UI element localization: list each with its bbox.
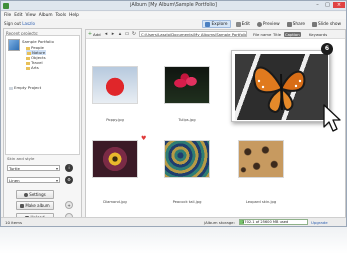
explore-label: Explore [211, 21, 228, 27]
play-icon [312, 21, 318, 27]
project-icon [9, 86, 13, 90]
thumbnail-caption: Peacock tail.jpg [172, 200, 202, 204]
path-field[interactable]: C:\Users\Laszlo\Documents\My Albums\Samp… [139, 31, 247, 37]
project-tree[interactable]: Sample Portfolio People Nature Objects T… [5, 35, 80, 155]
address-row: + Add ◂ ▸ ▴ ▭ ↻ C:\Users\Laszlo\Document… [86, 30, 345, 39]
maximize-button[interactable]: □ [323, 2, 332, 8]
style-select[interactable]: Linen [7, 177, 60, 183]
forward-icon[interactable]: ▸ [110, 31, 116, 37]
project-thumbnail [8, 39, 20, 51]
sort-title[interactable]: Title [273, 32, 281, 37]
butterfly-graphic [253, 66, 306, 114]
sign-out-label: Sign out [4, 21, 23, 26]
title-bar: jAlbum [My Album\Sample Portfolio] – □ × [1, 1, 346, 11]
window-controls: – □ × [313, 2, 345, 8]
thumbnail-poppy[interactable] [92, 66, 138, 104]
settings-button[interactable]: Settings [16, 190, 54, 199]
window-reflection [0, 227, 347, 254]
sort-file-name[interactable]: File name [253, 32, 271, 37]
butterfly-image [235, 54, 328, 120]
sort-caption[interactable]: Caption [284, 32, 301, 37]
thumbnail-leopard-skin[interactable] [238, 140, 284, 178]
window-title: jAlbum [My Album\Sample Portfolio] [130, 3, 217, 8]
refresh-icon[interactable]: ↻ [131, 31, 137, 37]
skin-select[interactable]: Turtle [7, 165, 60, 171]
storage-text: 1702.1 of 25600 MB used [242, 220, 289, 224]
explore-button[interactable]: Explore [202, 20, 231, 28]
zoom-in-icon[interactable]: + [65, 201, 73, 209]
photo-preview-popup [231, 50, 330, 122]
item-count: 10 items [5, 220, 23, 225]
style-gear-icon[interactable]: ⚙ [65, 176, 73, 184]
storage-meter: 1702.1 of 25600 MB used [239, 219, 308, 225]
make-album-label: Make album [25, 203, 50, 208]
menu-tools[interactable]: Tools [56, 13, 67, 18]
edit-button[interactable]: Edit [234, 20, 252, 28]
project-empty[interactable]: Empty Project [9, 85, 41, 90]
skin-info-icon[interactable]: i [65, 164, 73, 172]
preview-button[interactable]: Preview [255, 20, 282, 28]
slideshow-button[interactable]: Slide show [310, 20, 343, 28]
storage-label: jAlbum storage: [204, 220, 235, 225]
share-icon [286, 21, 292, 27]
thumbnail-diamond[interactable] [92, 140, 138, 178]
new-folder-icon[interactable]: ▭ [124, 31, 130, 37]
menu-help[interactable]: Help [69, 13, 79, 18]
folder-label: Arts [31, 65, 39, 70]
thumbnail-caption: Poppy.jpg [106, 118, 124, 122]
grid-icon [205, 21, 211, 27]
thumbnail-peacock-tail[interactable] [164, 140, 210, 178]
edit-label: Edit [241, 21, 250, 27]
settings-label: Settings [29, 192, 46, 197]
thumbnail-tulips[interactable] [164, 66, 210, 104]
share-button[interactable]: Share [285, 20, 307, 28]
folder-icon [26, 66, 30, 70]
share-label: Share [292, 21, 306, 27]
left-panel: Recent projects: Sample Portfolio People… [3, 28, 82, 225]
album-icon [20, 204, 25, 208]
minimize-button[interactable]: – [313, 2, 322, 8]
make-album-button[interactable]: Make album [16, 201, 54, 210]
sort-keywords[interactable]: Keywords [309, 32, 327, 37]
up-icon[interactable]: ▴ [117, 31, 123, 37]
mouse-cursor-icon [323, 104, 341, 132]
menu-bar: File Edit View Album Tools Help [1, 12, 346, 19]
thumbnail-caption: Leopard skin.jpg [245, 200, 277, 204]
step-badge: 6 [321, 43, 333, 55]
gear-icon [24, 193, 29, 197]
close-button[interactable]: × [333, 2, 345, 8]
upgrade-link[interactable]: Upgrade [311, 220, 328, 225]
eye-icon [256, 21, 262, 27]
status-bar: 10 items jAlbum storage: 1702.1 of 25600… [1, 217, 346, 226]
project-label: Empty Project [14, 85, 42, 90]
account-bar: Sign out Laszlo [3, 20, 83, 27]
heart-icon[interactable]: ♥ [141, 136, 146, 142]
folder-arts[interactable]: Arts [26, 65, 39, 70]
menu-view[interactable]: View [26, 13, 36, 18]
sign-out-link[interactable]: Laszlo [22, 21, 35, 26]
menu-album[interactable]: Album [39, 13, 53, 18]
back-icon[interactable]: ◂ [103, 31, 109, 37]
thumbnail-caption: Tulips.jpg [178, 118, 196, 122]
menu-file[interactable]: File [4, 13, 11, 18]
project-sample-portfolio[interactable]: Sample Portfolio [22, 39, 54, 44]
slideshow-label: Slide show [318, 21, 341, 27]
pencil-icon [235, 21, 241, 27]
preview-label: Preview [262, 21, 280, 27]
menu-edit[interactable]: Edit [14, 13, 22, 18]
skin-style-title: Skin and style [7, 156, 35, 161]
add-label[interactable]: Add [93, 32, 101, 37]
thumbnail-caption: Diamond.jpg [103, 200, 127, 204]
view-toolbar: Explore Edit Preview Share Slide show [85, 19, 346, 29]
